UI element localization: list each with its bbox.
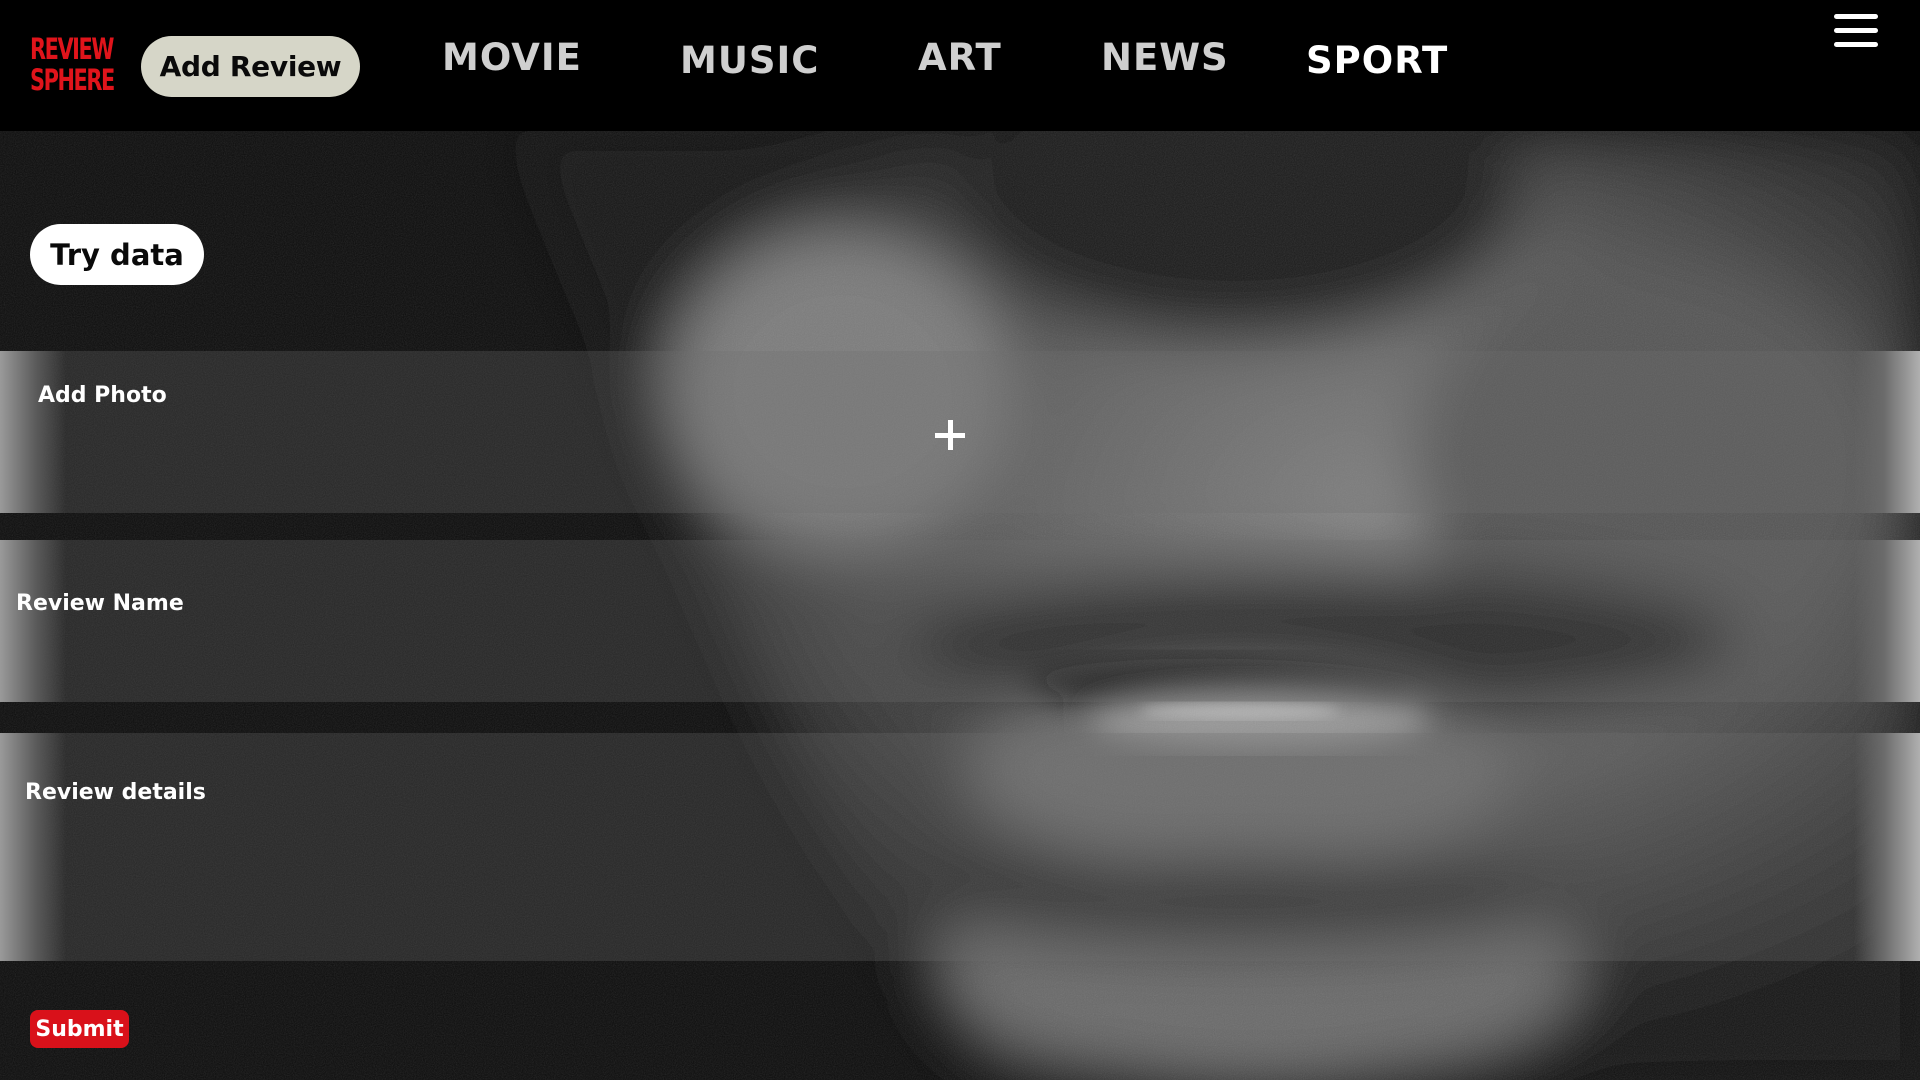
logo-line-1: REVIEW: [30, 32, 114, 66]
nav-item-movie[interactable]: MOVIE: [442, 36, 582, 79]
add-photo-label: Add Photo: [38, 383, 167, 408]
nav-item-sport[interactable]: SPORT: [1306, 39, 1448, 82]
plus-icon[interactable]: [935, 420, 965, 450]
nav-item-music[interactable]: MUSIC: [680, 39, 819, 82]
nav-item-news[interactable]: NEWS: [1101, 36, 1229, 79]
hamburger-menu-icon[interactable]: [1834, 14, 1878, 48]
try-data-button[interactable]: Try data: [30, 224, 204, 285]
page: REVIEW SPHERE Add Review MOVIE MUSIC ART…: [0, 0, 1920, 1080]
review-name-input[interactable]: [0, 630, 1920, 690]
review-name-label: Review Name: [16, 591, 184, 616]
logo-line-2: SPHERE: [30, 63, 115, 97]
submit-button[interactable]: Submit: [30, 1010, 129, 1048]
review-details-label: Review details: [25, 780, 206, 805]
nav-item-art[interactable]: ART: [918, 36, 1002, 79]
review-details-textarea[interactable]: [0, 820, 1920, 950]
add-review-button[interactable]: Add Review: [141, 36, 360, 97]
top-navigation-bar: REVIEW SPHERE Add Review MOVIE MUSIC ART…: [0, 0, 1920, 131]
review-sphere-logo[interactable]: REVIEW SPHERE: [30, 32, 115, 97]
